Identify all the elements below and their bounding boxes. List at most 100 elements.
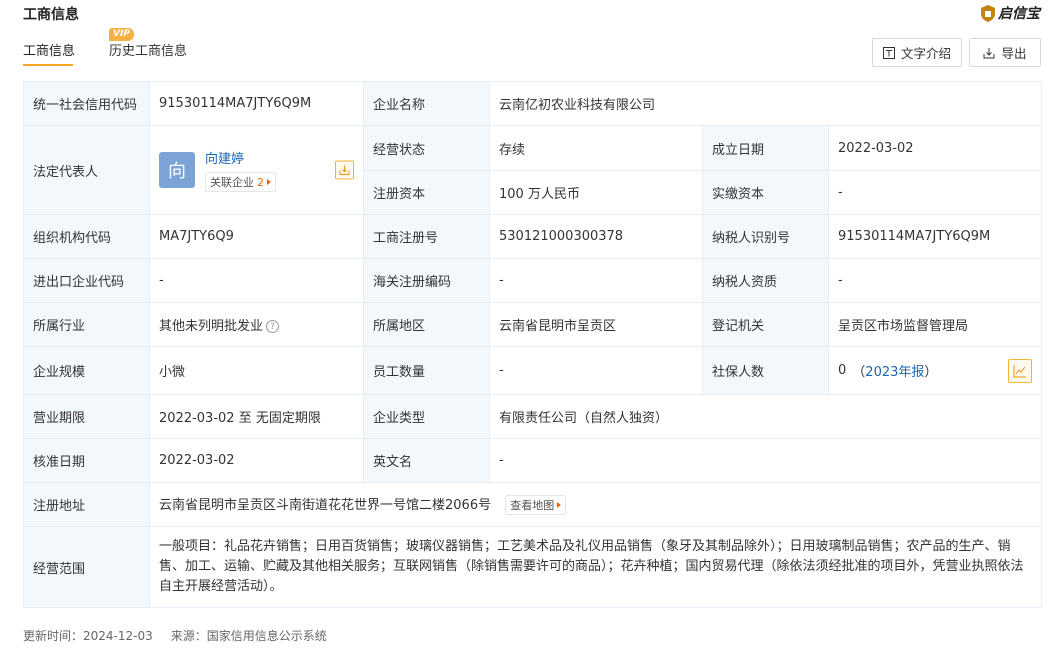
- source: 来源：国家信用信息公示系统: [171, 627, 327, 644]
- industry-value: 其他未列明批发业: [159, 319, 264, 334]
- insured-label: 社保人数: [702, 346, 829, 395]
- taxpayer-qual-label: 纳税人资质: [702, 258, 829, 303]
- table-row: 法定代表人 向 向建婷 关联企业 2 经营状态 存续 成立日期 2022-03-…: [23, 125, 1043, 215]
- reg-no-label: 工商注册号: [363, 214, 490, 259]
- related-companies-count: 2: [257, 175, 264, 189]
- customs-label: 海关注册编码: [363, 258, 490, 303]
- logo-text: 启信宝: [998, 6, 1040, 22]
- founded-value: 2022-03-02: [827, 125, 1043, 171]
- approved-value: 2022-03-02: [149, 438, 364, 483]
- reg-no-value: 530121000300378: [489, 214, 703, 259]
- authority-value: 呈贡区市场监督管理局: [827, 302, 1043, 347]
- active-tab-indicator: [23, 64, 73, 66]
- scale-label: 企业规模: [23, 346, 150, 395]
- update-date: 2024-12-03: [83, 629, 153, 643]
- region-value: 云南省昆明市呈贡区: [489, 302, 703, 347]
- table-row: 企业规模 小微 员工数量 - 社保人数 0 （ 2023年报 ）: [23, 346, 1043, 395]
- authority-label: 登记机关: [702, 302, 829, 347]
- text-icon: [882, 46, 895, 59]
- table-row: 经营范围 一般项目：礼品花卉销售；日用百货销售；玻璃仪器销售；工艺美术品及礼仪用…: [23, 526, 1043, 608]
- update-label: 更新时间：: [23, 629, 84, 643]
- related-companies-tag[interactable]: 关联企业 2: [205, 172, 276, 192]
- tab-business-info[interactable]: 工商信息: [23, 40, 75, 59]
- address-label: 注册地址: [23, 482, 150, 527]
- org-code-label: 组织机构代码: [23, 214, 150, 259]
- reg-capital-label: 注册资本: [363, 170, 490, 215]
- triangle-right-icon: [557, 502, 562, 509]
- close-paren: ）: [924, 365, 938, 380]
- tab-history-business-info[interactable]: 历史工商信息: [109, 40, 187, 59]
- org-code-value: MA7JTY6Q9: [149, 214, 364, 259]
- annual-report-link[interactable]: 2023年报: [865, 361, 924, 380]
- term-value: 2022-03-02 至 无固定期限: [149, 394, 364, 439]
- section-title: 工商信息: [23, 7, 79, 23]
- avatar: 向: [159, 152, 195, 188]
- update-time: 更新时间：2024-12-03: [23, 627, 153, 644]
- table-row: 营业期限 2022-03-02 至 无固定期限 企业类型 有限责任公司（自然人独…: [23, 394, 1043, 439]
- scope-value: 一般项目：礼品花卉销售；日用百货销售；玻璃仪器销售；工艺美术品及礼仪用品销售（象…: [159, 539, 1024, 594]
- footer: 更新时间：2024-12-03 来源：国家信用信息公示系统: [23, 627, 327, 644]
- related-companies-label: 关联企业: [210, 176, 254, 189]
- insured-value: 0: [838, 363, 847, 378]
- credit-code-value: 91530114MA7JTY6Q9M: [149, 81, 364, 126]
- address-cell: 云南省昆明市呈贡区斗南街道花花世界一号馆二楼2066号 查看地图: [148, 482, 1043, 527]
- source-label: 来源：: [170, 629, 207, 643]
- table-row: 统一社会信用代码 91530114MA7JTY6Q9M 企业名称 云南亿初农业科…: [23, 81, 1043, 126]
- company-type-label: 企业类型: [363, 394, 490, 439]
- view-map-button[interactable]: 查看地图: [505, 495, 567, 516]
- insured-cell: 0 （ 2023年报 ）: [827, 346, 1043, 395]
- text-intro-label: 文字介绍: [900, 46, 951, 61]
- paid-capital-label: 实缴资本: [702, 170, 829, 215]
- export-icon: [339, 165, 350, 175]
- export-person-button[interactable]: [335, 160, 354, 180]
- triangle-right-icon: [267, 179, 271, 185]
- taxpayer-id-label: 纳税人识别号: [702, 214, 829, 259]
- legal-rep-name-link[interactable]: 向建婷: [205, 148, 276, 167]
- status-value: 存续: [489, 125, 703, 171]
- taxpayer-id-value: 91530114MA7JTY6Q9M: [827, 214, 1043, 259]
- customs-value: -: [489, 258, 703, 303]
- table-row: 组织机构代码 MA7JTY6Q9 工商注册号 530121000300378 纳…: [23, 214, 1043, 259]
- help-icon[interactable]: ?: [266, 320, 280, 333]
- legal-rep-block: 向 向建婷 关联企业 2: [159, 148, 354, 192]
- employees-value: -: [489, 346, 703, 395]
- status-label: 经营状态: [363, 125, 490, 171]
- import-export-value: -: [149, 258, 364, 303]
- founded-label: 成立日期: [702, 125, 829, 171]
- trend-chart-button[interactable]: [1008, 358, 1033, 383]
- export-label: 导出: [1001, 46, 1027, 61]
- industry-cell: 其他未列明批发业?: [149, 302, 364, 347]
- english-name-label: 英文名: [363, 438, 490, 483]
- source-value: 国家信用信息公示系统: [206, 629, 327, 643]
- brand-logo: 启信宝: [981, 3, 1040, 23]
- open-paren: （: [852, 365, 866, 380]
- text-intro-button[interactable]: 文字介绍: [872, 38, 962, 67]
- paid-capital-value: -: [827, 170, 1043, 215]
- industry-label: 所属行业: [23, 302, 150, 347]
- term-label: 营业期限: [23, 394, 150, 439]
- address-value: 云南省昆明市呈贡区斗南街道花花世界一号馆二楼2066号: [159, 497, 492, 513]
- employees-label: 员工数量: [363, 346, 490, 395]
- legal-rep-cell: 向 向建婷 关联企业 2: [149, 125, 364, 215]
- table-row: 注册地址 云南省昆明市呈贡区斗南街道花花世界一号馆二楼2066号 查看地图: [23, 482, 1043, 527]
- company-name-value: 云南亿初农业科技有限公司: [488, 81, 1043, 126]
- company-name-label: 企业名称: [363, 81, 490, 126]
- scale-value: 小微: [149, 346, 364, 395]
- taxpayer-qual-value: -: [827, 258, 1043, 303]
- export-button[interactable]: 导出: [969, 38, 1041, 67]
- table-row: 进出口企业代码 - 海关注册编码 - 纳税人资质 -: [23, 258, 1043, 303]
- table-row: 所属行业 其他未列明批发业? 所属地区 云南省昆明市呈贡区 登记机关 呈贡区市场…: [23, 302, 1043, 347]
- view-map-label: 查看地图: [510, 499, 555, 513]
- credit-code-label: 统一社会信用代码: [23, 81, 150, 126]
- scope-label: 经营范围: [23, 526, 150, 608]
- export-icon: [983, 47, 995, 58]
- company-type-value: 有限责任公司（自然人独资）: [488, 394, 1043, 439]
- legal-rep-label: 法定代表人: [23, 125, 150, 215]
- import-export-label: 进出口企业代码: [23, 258, 150, 303]
- business-info-table: 统一社会信用代码 91530114MA7JTY6Q9M 企业名称 云南亿初农业科…: [23, 81, 1043, 608]
- region-label: 所属地区: [363, 302, 490, 347]
- shield-logo-icon: [981, 4, 995, 22]
- english-name-value: -: [488, 438, 1043, 483]
- reg-capital-value: 100 万人民币: [489, 170, 703, 215]
- approved-label: 核准日期: [23, 438, 150, 483]
